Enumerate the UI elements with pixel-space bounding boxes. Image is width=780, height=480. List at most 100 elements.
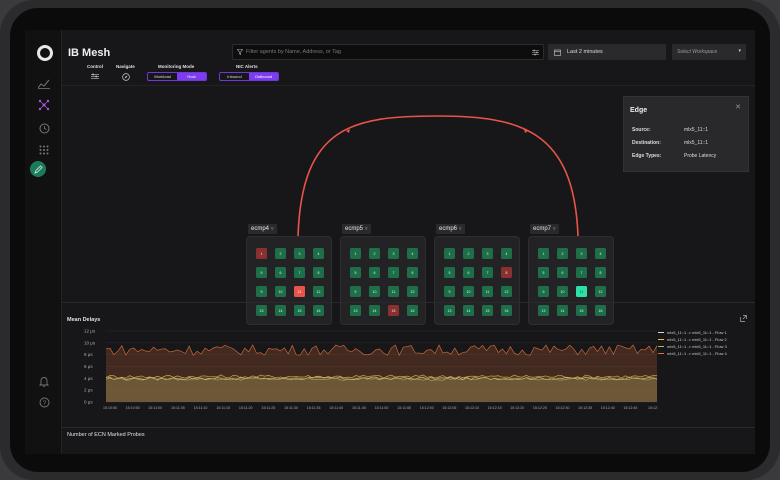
legend-item[interactable]: mlx5_11::1 -> mlx5_11::1 - Flow 4 xyxy=(658,350,727,357)
y-tick-label: 0 μs xyxy=(84,400,93,405)
metrics-panel: Mean Delays 12 μs 10 μs 8 μs 6 μs 4 μs 2 μs 0 … xyxy=(62,302,755,454)
agent-node[interactable]: 10 xyxy=(463,286,474,297)
agent-node[interactable]: 2 xyxy=(557,248,568,259)
agent-node[interactable]: 12 xyxy=(313,286,324,297)
x-tick-label: 15:11:50 xyxy=(375,406,389,410)
legend-item[interactable]: mlx5_11::1 -> mlx5_11::1 - Flow 2 xyxy=(658,336,727,343)
agent-node[interactable]: 5 xyxy=(538,267,549,278)
agent-node[interactable]: 7 xyxy=(294,267,305,278)
filter-icon xyxy=(237,49,243,55)
x-tick-label: 15:11:35 xyxy=(307,406,321,410)
mean-delays-chart[interactable]: 12 μs 10 μs 8 μs 6 μs 4 μs 2 μs 0 μs 15:10:50 15… xyxy=(62,323,755,426)
compass-icon[interactable] xyxy=(121,72,130,81)
agent-node[interactable]: 7 xyxy=(388,267,399,278)
agent-node[interactable]: 10 xyxy=(557,286,568,297)
close-icon[interactable]: ✕ xyxy=(735,103,741,111)
agent-node[interactable]: 8 xyxy=(407,267,418,278)
filter-icon: ▿ xyxy=(271,226,274,232)
agent-node[interactable]: 3 xyxy=(294,248,305,259)
search-input[interactable] xyxy=(246,49,536,55)
probe-edge[interactable] xyxy=(297,115,579,237)
mesh-icon[interactable] xyxy=(36,97,52,113)
legend-swatch xyxy=(658,338,664,341)
mode-host[interactable]: Host xyxy=(177,73,206,80)
agent-node[interactable]: 1 xyxy=(256,248,267,259)
agent-node[interactable]: 4 xyxy=(407,248,418,259)
group-label[interactable]: ecmp6 ▿ xyxy=(436,224,465,234)
group-label[interactable]: ecmp5 ▿ xyxy=(342,224,371,234)
clock-icon[interactable] xyxy=(36,120,52,136)
agent-node[interactable]: 10 xyxy=(369,286,380,297)
filter-settings-icon[interactable] xyxy=(532,49,539,56)
agent-node[interactable]: 10 xyxy=(275,286,286,297)
control-settings-icon[interactable] xyxy=(90,72,99,81)
monitoring-mode-label: Monitoring Mode xyxy=(158,64,195,69)
pen-icon[interactable] xyxy=(30,161,46,177)
agent-node[interactable]: 4 xyxy=(501,248,512,259)
agent-node[interactable]: 9 xyxy=(256,286,267,297)
agent-node[interactable]: 8 xyxy=(595,267,606,278)
legend-label: mlx5_11::1 -> mlx5_11::1 - Flow 3 xyxy=(667,344,727,349)
agent-node[interactable]: 3 xyxy=(576,248,587,259)
search-box[interactable] xyxy=(232,44,544,60)
divider xyxy=(62,427,755,428)
grid-icon[interactable] xyxy=(36,142,52,158)
agent-node[interactable]: 8 xyxy=(313,267,324,278)
time-range-picker[interactable]: Last 2 minutes xyxy=(548,44,666,60)
time-range-label: Last 2 minutes xyxy=(567,49,603,55)
agent-node[interactable]: 4 xyxy=(313,248,324,259)
agent-node[interactable]: 9 xyxy=(350,286,361,297)
workspace-select[interactable]: Select Workspace ▾ xyxy=(672,44,746,60)
mode-workload[interactable]: Workload xyxy=(148,73,177,80)
agent-node[interactable]: 8 xyxy=(501,267,512,278)
agent-node[interactable]: 1 xyxy=(444,248,455,259)
agent-node[interactable]: 3 xyxy=(482,248,493,259)
agent-node[interactable]: 3 xyxy=(388,248,399,259)
agent-node[interactable]: 6 xyxy=(369,267,380,278)
agent-node[interactable]: 11 xyxy=(388,286,399,297)
agent-node[interactable]: 12 xyxy=(407,286,418,297)
nic-outbound[interactable]: Outbound xyxy=(249,73,278,80)
agent-node[interactable]: 6 xyxy=(275,267,286,278)
agent-node[interactable]: 2 xyxy=(275,248,286,259)
analytics-icon[interactable] xyxy=(36,76,52,92)
x-tick-label: 15:11:15 xyxy=(216,406,230,410)
agent-node[interactable]: 1 xyxy=(538,248,549,259)
agent-node[interactable]: 9 xyxy=(444,286,455,297)
edge-arrow-icon xyxy=(346,129,350,133)
group-label[interactable]: ecmp4 ▿ xyxy=(248,224,277,234)
agent-node[interactable]: 12 xyxy=(501,286,512,297)
destination-label: Destination: xyxy=(632,140,661,146)
agent-node[interactable]: 5 xyxy=(350,267,361,278)
agent-node[interactable]: 4 xyxy=(595,248,606,259)
agent-node[interactable]: 2 xyxy=(369,248,380,259)
agent-node[interactable]: 2 xyxy=(463,248,474,259)
control-row: Control Navigate Monitoring Mode Workloa… xyxy=(62,64,755,86)
agent-node[interactable]: 11 xyxy=(482,286,493,297)
legend-item[interactable]: mlx5_11::1 -> mlx5_11::1 - Flow 1 xyxy=(658,329,727,336)
group-label[interactable]: ecmp7 ▿ xyxy=(530,224,559,234)
x-tick-label: 15:11:45 xyxy=(352,406,366,410)
legend-item[interactable]: mlx5_11::1 -> mlx5_11::1 - Flow 3 xyxy=(658,343,727,350)
agent-node[interactable]: 6 xyxy=(463,267,474,278)
agent-node[interactable]: 12 xyxy=(595,286,606,297)
agent-node[interactable]: 1 xyxy=(350,248,361,259)
app-logo[interactable] xyxy=(37,45,53,61)
bell-icon[interactable] xyxy=(36,373,52,389)
agent-node[interactable]: 5 xyxy=(256,267,267,278)
agent-node[interactable]: 11 xyxy=(576,286,587,297)
nic-inbound[interactable]: Inbound xyxy=(220,73,249,80)
agent-node[interactable]: 6 xyxy=(557,267,568,278)
destination-value: mlx5_11::1 xyxy=(684,140,709,146)
agent-node[interactable]: 7 xyxy=(576,267,587,278)
legend-swatch xyxy=(658,352,664,355)
agent-node[interactable]: 7 xyxy=(482,267,493,278)
legend-swatch xyxy=(658,331,664,334)
help-icon[interactable]: ? xyxy=(36,394,52,410)
ecn-chart-title: Number of ECN Marked Probes xyxy=(67,432,145,438)
sidebar: ? xyxy=(25,30,62,454)
nic-alerts-toggle: Inbound Outbound xyxy=(219,72,279,81)
agent-node[interactable]: 5 xyxy=(444,267,455,278)
agent-node[interactable]: 11 xyxy=(294,286,305,297)
agent-node[interactable]: 9 xyxy=(538,286,549,297)
